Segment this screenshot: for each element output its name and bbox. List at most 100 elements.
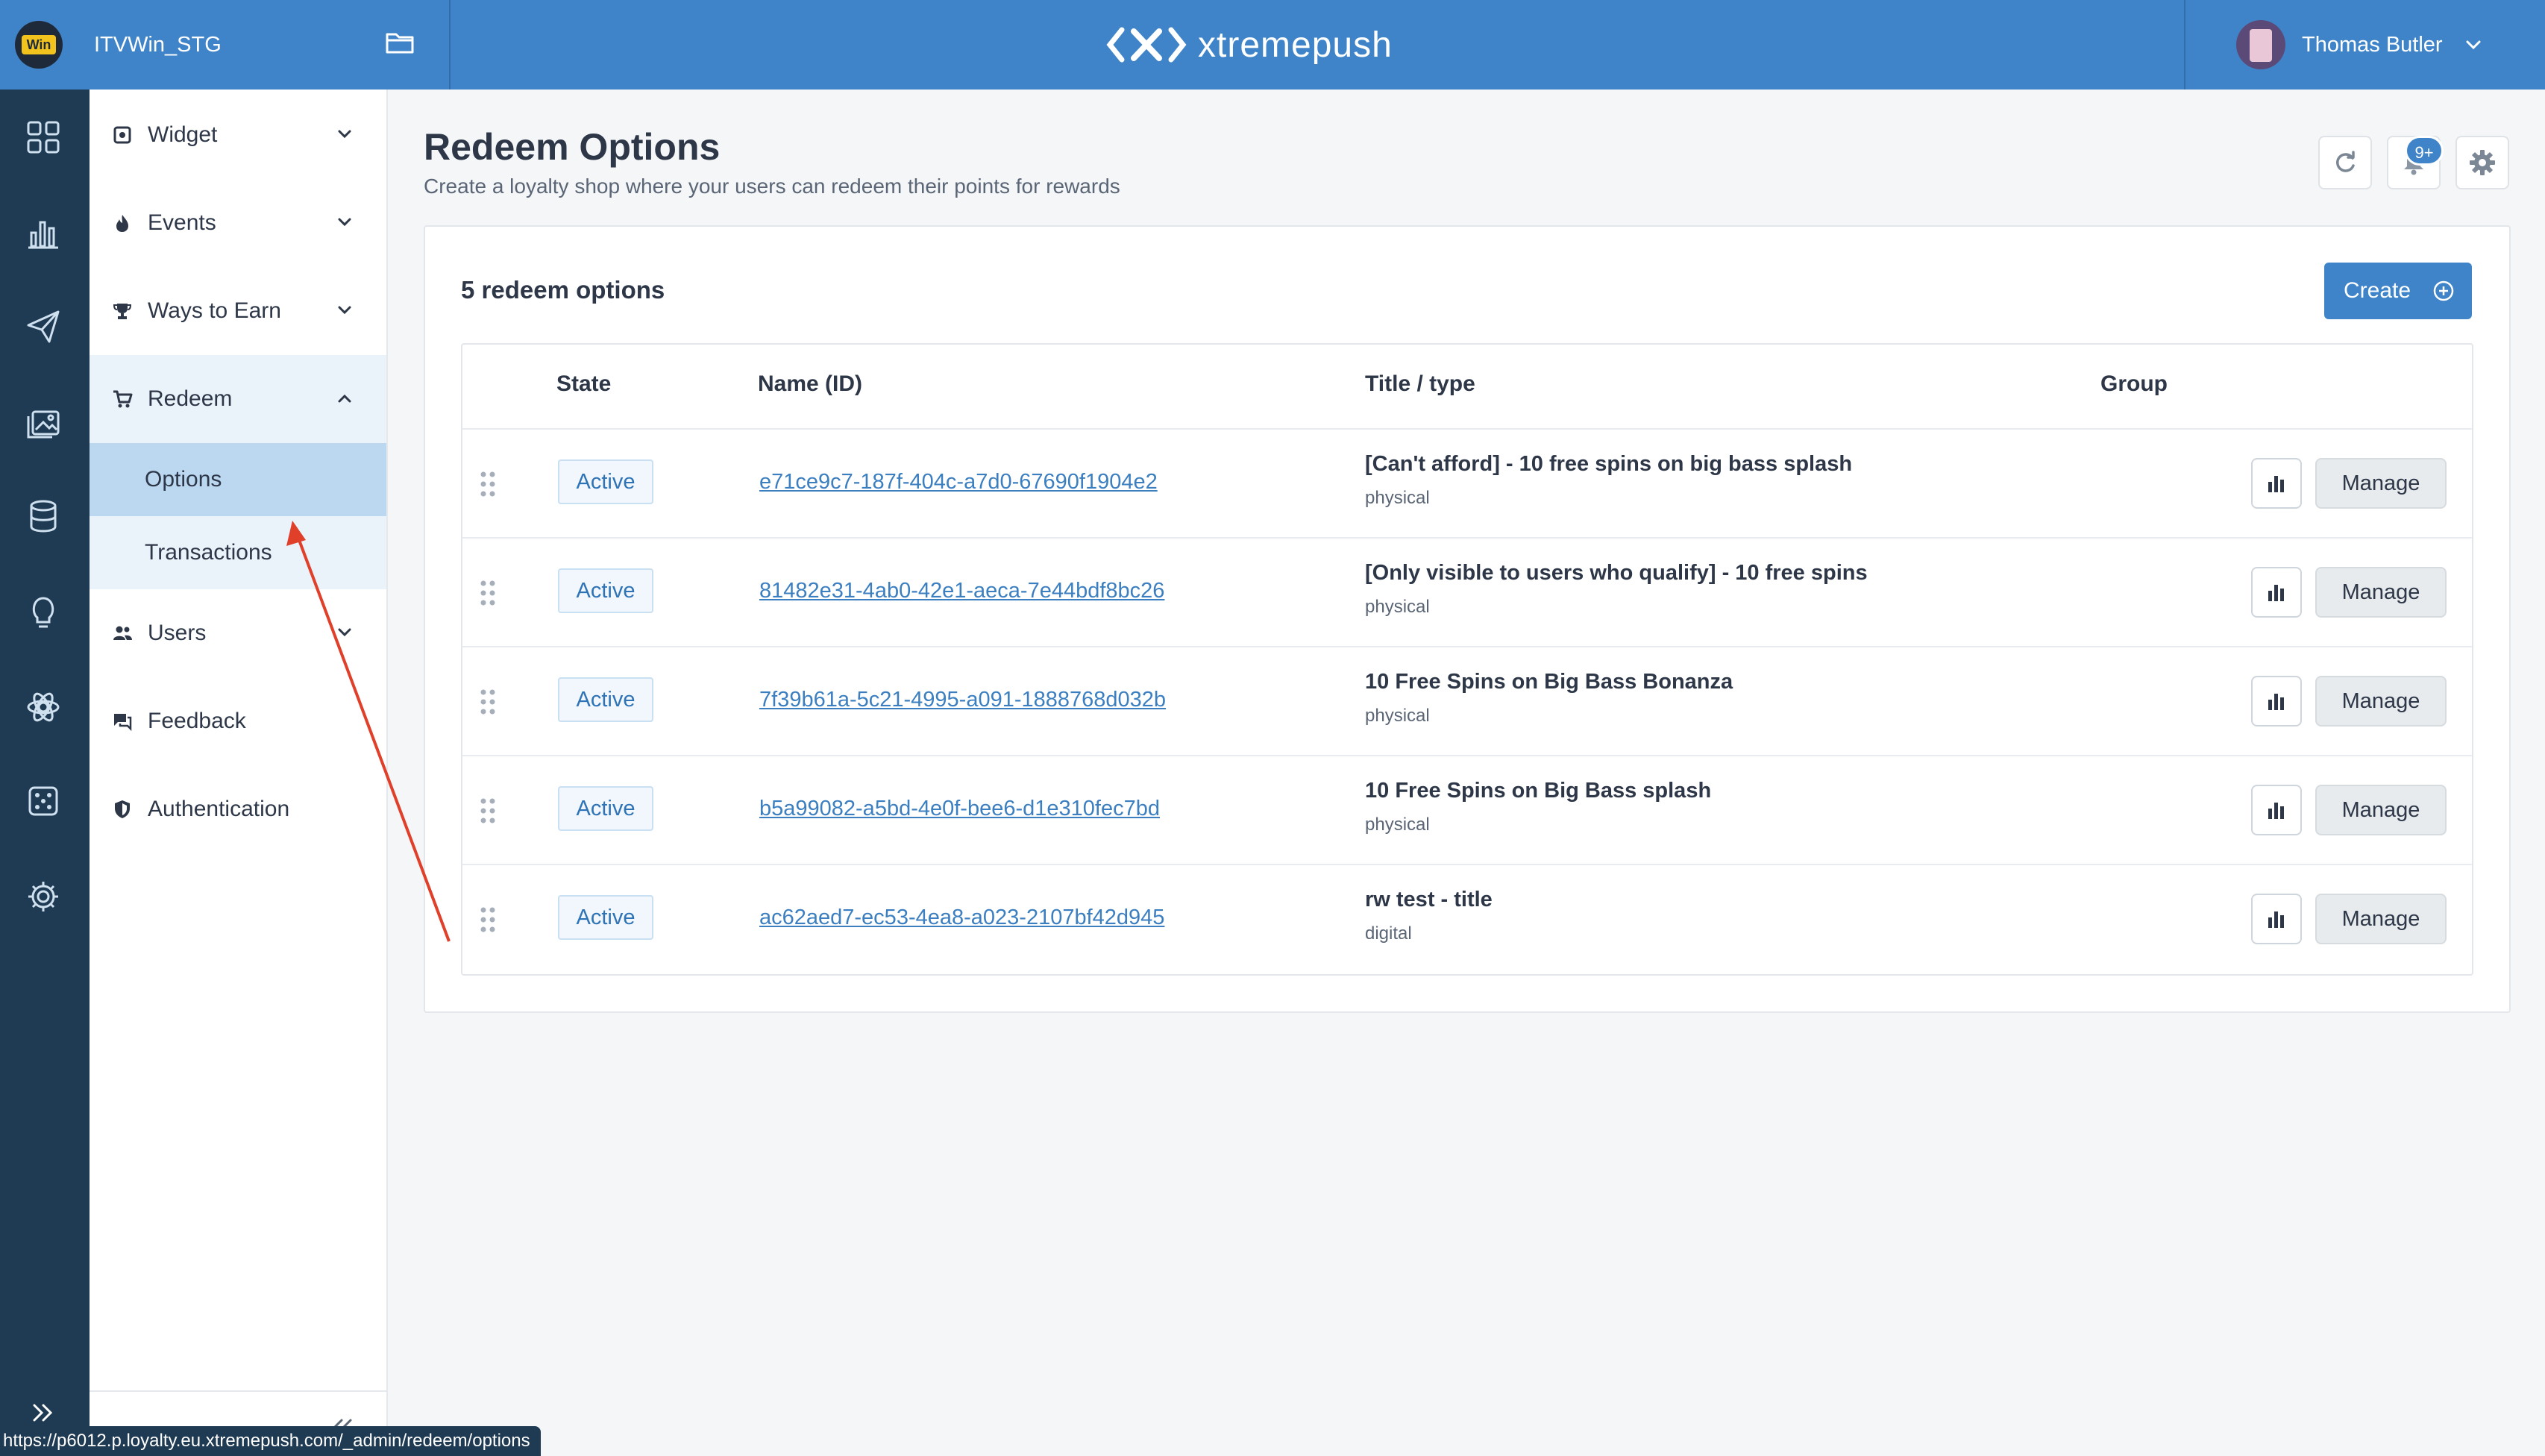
option-id-link[interactable]: ac62aed7-ec53-4ea8-a023-2107bf42d945 xyxy=(759,906,1164,930)
stats-button[interactable] xyxy=(2251,567,2302,618)
user-name: Thomas Butler xyxy=(2302,32,2443,57)
chevron-down-icon xyxy=(338,306,351,315)
stats-button[interactable] xyxy=(2251,458,2302,509)
project-switcher[interactable]: Win ITVWin_STG xyxy=(0,0,451,90)
sidebar-item-authentication[interactable]: Authentication xyxy=(90,765,386,853)
sidebar-subitem-options[interactable]: Options xyxy=(90,443,386,516)
table-row: Active 7f39b61a-5c21-4995-a091-1888768d0… xyxy=(462,646,2472,755)
campaigns-icon[interactable] xyxy=(24,307,63,346)
data-icon[interactable] xyxy=(24,497,63,536)
manage-button[interactable]: Manage xyxy=(2315,567,2447,618)
drag-handle-icon[interactable] xyxy=(479,579,497,607)
drag-handle-icon[interactable] xyxy=(479,470,497,498)
brand-name: xtremepush xyxy=(1198,25,1393,65)
sidebar-item-ways-to-earn[interactable]: Ways to Earn xyxy=(90,267,386,355)
stats-button[interactable] xyxy=(2251,894,2302,944)
cart-icon xyxy=(113,390,133,408)
table-row: Active 81482e31-4ab0-42e1-aeca-7e44bdf8b… xyxy=(462,537,2472,646)
option-id-link[interactable]: b5a99082-a5bd-4e0f-bee6-d1e310fec7bd xyxy=(759,797,1160,821)
drag-handle-icon[interactable] xyxy=(479,688,497,716)
folder-icon[interactable] xyxy=(385,30,415,55)
expand-icon[interactable] xyxy=(30,1399,57,1426)
option-id-link[interactable]: 7f39b61a-5c21-4995-a091-1888768d032b xyxy=(759,688,1166,712)
status-badge: Active xyxy=(558,786,653,831)
manage-button[interactable]: Manage xyxy=(2315,458,2447,509)
top-bar: Win ITVWin_STG xtremepush Thomas Butler xyxy=(0,0,2545,90)
settings-button[interactable] xyxy=(2455,136,2509,189)
drag-handle-icon[interactable] xyxy=(479,906,497,934)
table-row: Active b5a99082-a5bd-4e0f-bee6-d1e310fec… xyxy=(462,755,2472,864)
option-type: physical xyxy=(1365,706,1430,726)
create-button-label: Create xyxy=(2344,278,2411,303)
users-icon xyxy=(113,626,132,640)
icon-rail xyxy=(0,90,90,1456)
feedback-icon xyxy=(114,714,132,732)
ideas-icon[interactable] xyxy=(24,592,63,631)
option-type: digital xyxy=(1365,923,1412,944)
options-count: 5 redeem options xyxy=(461,276,665,304)
table-row: Active ac62aed7-ec53-4ea8-a023-2107bf42d… xyxy=(462,864,2472,973)
plus-circle-icon xyxy=(2433,280,2454,301)
shield-icon xyxy=(115,800,130,818)
option-title: [Can't afford] - 10 free spins on big ba… xyxy=(1365,452,1853,476)
sidebar-item-label: Users xyxy=(148,621,207,645)
brand-logo: xtremepush xyxy=(1105,21,1393,69)
column-header-title: Title / type xyxy=(1365,371,1475,396)
option-title: [Only visible to users who qualify] - 10… xyxy=(1365,561,1868,585)
sidebar-item-label: Authentication xyxy=(148,797,290,821)
integrations-icon[interactable] xyxy=(24,688,63,727)
bar-chart-icon xyxy=(2268,803,2284,819)
manage-button[interactable]: Manage xyxy=(2315,894,2447,944)
option-title: 10 Free Spins on Big Bass Bonanza xyxy=(1365,670,1733,694)
sidebar-item-users[interactable]: Users xyxy=(90,589,386,677)
option-id-link[interactable]: e71ce9c7-187f-404c-a7d0-67690f1904e2 xyxy=(759,470,1158,495)
sidebar-item-label: Widget xyxy=(148,122,218,147)
sidebar-item-events[interactable]: Events xyxy=(90,179,386,267)
page-subtitle: Create a loyalty shop where your users c… xyxy=(424,175,1120,198)
games-icon[interactable] xyxy=(24,782,63,820)
xtremepush-logo-icon xyxy=(1106,27,1187,63)
stats-button[interactable] xyxy=(2251,785,2302,835)
status-bar-url: https://p6012.p.loyalty.eu.xtremepush.co… xyxy=(0,1426,541,1456)
sidebar-item-widget[interactable]: Widget xyxy=(90,91,386,179)
option-type: physical xyxy=(1365,488,1430,508)
avatar xyxy=(2236,20,2285,69)
manage-button[interactable]: Manage xyxy=(2315,676,2447,727)
option-title: 10 Free Spins on Big Bass splash xyxy=(1365,779,1712,803)
dashboard-icon[interactable] xyxy=(24,118,63,157)
manage-button[interactable]: Manage xyxy=(2315,785,2447,835)
sidebar-item-label: Ways to Earn xyxy=(148,298,281,323)
sidebar-item-label: Redeem xyxy=(148,386,233,411)
sidebar-item-label: Feedback xyxy=(148,709,246,733)
chevron-down-icon xyxy=(338,628,351,637)
user-menu[interactable]: Thomas Butler xyxy=(2184,0,2545,90)
option-title: rw test - title xyxy=(1365,888,1493,911)
refresh-button[interactable] xyxy=(2318,136,2372,189)
sidebar-subitem-label: Transactions xyxy=(145,540,272,565)
option-id-link[interactable]: 81482e31-4ab0-42e1-aeca-7e44bdf8bc26 xyxy=(759,579,1164,603)
gear-icon xyxy=(2470,150,2495,175)
notification-badge: 9+ xyxy=(2405,136,2444,166)
widget-icon xyxy=(113,126,131,144)
create-button[interactable]: Create xyxy=(2324,263,2472,319)
sidebar-item-feedback[interactable]: Feedback xyxy=(90,677,386,765)
content-icon[interactable] xyxy=(24,403,63,442)
sidebar-subitem-label: Options xyxy=(145,467,222,492)
settings-icon[interactable] xyxy=(24,877,63,916)
sidebar-subitem-transactions[interactable]: Transactions xyxy=(90,516,386,589)
status-badge: Active xyxy=(558,677,653,722)
sidebar-item-redeem[interactable]: Redeem xyxy=(90,355,386,443)
sidebar-item-label: Events xyxy=(148,210,216,235)
table-row: Active e71ce9c7-187f-404c-a7d0-67690f190… xyxy=(462,428,2472,537)
status-badge: Active xyxy=(558,568,653,613)
bar-chart-icon xyxy=(2268,911,2284,928)
drag-handle-icon[interactable] xyxy=(479,797,497,825)
column-header-state: State xyxy=(556,371,612,396)
stats-button[interactable] xyxy=(2251,676,2302,727)
column-header-group: Group xyxy=(2100,371,2168,396)
project-logo: Win xyxy=(15,21,63,69)
bar-chart-icon xyxy=(2268,585,2284,601)
analytics-icon[interactable] xyxy=(24,213,63,252)
status-badge: Active xyxy=(558,895,653,940)
page-title: Redeem Options xyxy=(424,126,721,168)
